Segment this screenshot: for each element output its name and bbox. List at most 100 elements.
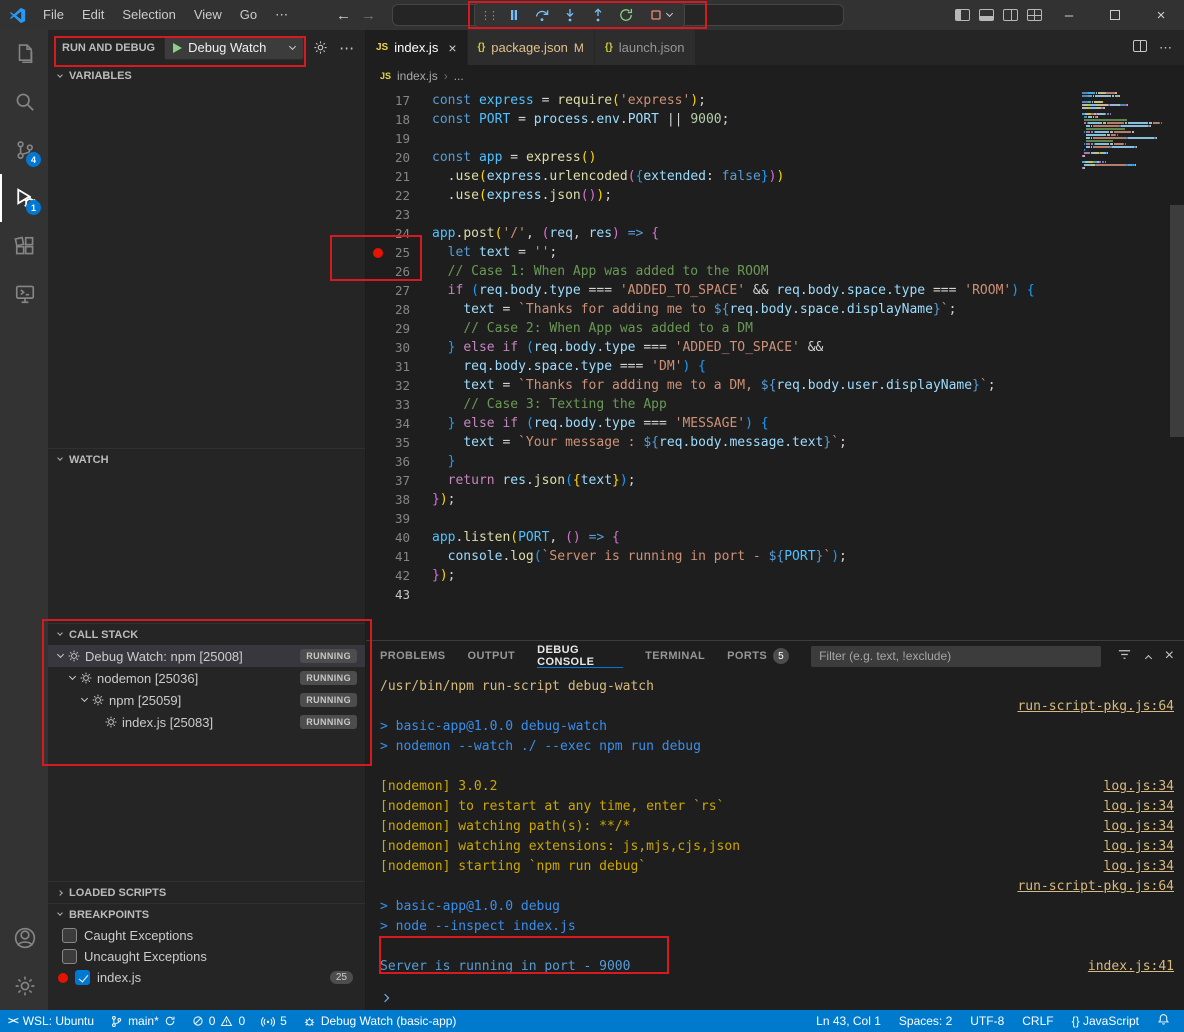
cursor-position[interactable]: Ln 43, Col 1 (816, 1014, 881, 1028)
line-number-gutter[interactable]: 40 (366, 528, 432, 547)
menu-item-edit[interactable]: Edit (73, 0, 113, 30)
line-number-gutter[interactable]: 34 (366, 414, 432, 433)
tab-index-js[interactable]: JSindex.js× (366, 30, 468, 65)
eol-status[interactable]: CRLF (1022, 1014, 1053, 1028)
section-header-call-stack[interactable]: CALL STACK (48, 623, 365, 645)
source-link[interactable]: log.js:34 (1104, 797, 1174, 817)
menu-item-go[interactable]: Go (231, 0, 266, 30)
code-line[interactable]: 30 } else if (req.body.type === 'ADDED_T… (366, 338, 1184, 357)
toggle-panel-icon[interactable] (974, 0, 998, 30)
filter-output-icon[interactable] (1117, 647, 1132, 665)
pause-button[interactable] (501, 3, 527, 27)
tab-package-json[interactable]: {}package.jsonM (468, 30, 595, 65)
indentation-status[interactable]: Spaces: 2 (899, 1014, 952, 1028)
toggle-secondary-sidebar-icon[interactable] (998, 0, 1022, 30)
debug-console-output[interactable]: /usr/bin/npm run-script debug-watch run-… (366, 671, 1184, 986)
close-panel-icon[interactable]: × (1165, 647, 1174, 665)
line-number-gutter[interactable]: 24 (366, 224, 432, 243)
remote-explorer-icon[interactable] (0, 270, 48, 318)
source-link[interactable]: run-script-pkg.js:64 (1017, 697, 1174, 717)
code-line[interactable]: 37 return res.json({text}); (366, 471, 1184, 490)
stop-button[interactable] (641, 3, 679, 27)
code-line[interactable]: 27 if (req.body.type === 'ADDED_TO_SPACE… (366, 281, 1184, 300)
source-control-icon[interactable]: 4 (0, 126, 48, 174)
panel-tab-debug-console[interactable]: DEBUG CONSOLE (537, 641, 623, 671)
debug-session-status[interactable]: Debug Watch (basic-app) (295, 1010, 465, 1032)
settings-gear-icon[interactable] (0, 962, 48, 1010)
source-link[interactable]: log.js:34 (1104, 857, 1174, 877)
chevron-down-icon[interactable] (81, 695, 88, 702)
line-number-gutter[interactable]: 25 (366, 243, 432, 262)
search-icon[interactable] (0, 78, 48, 126)
line-number-gutter[interactable]: 20 (366, 148, 432, 167)
line-number-gutter[interactable]: 29 (366, 319, 432, 338)
more-actions-icon[interactable]: ⋯ (339, 39, 354, 57)
code-line[interactable]: 38}); (366, 490, 1184, 509)
extensions-icon[interactable] (0, 222, 48, 270)
panel-tab-problems[interactable]: PROBLEMS (380, 641, 446, 671)
step-into-button[interactable] (557, 3, 583, 27)
call-stack-row[interactable]: nodemon [25036]RUNNING (48, 667, 365, 689)
source-link[interactable]: index.js:41 (1088, 957, 1174, 977)
menu-item-selection[interactable]: Selection (113, 0, 184, 30)
code-line[interactable]: 21 .use(express.urlencoded({extended: fa… (366, 167, 1184, 186)
code-line[interactable]: 20const app = express() (366, 148, 1184, 167)
call-stack-row[interactable]: Debug Watch: npm [25008]RUNNING (48, 645, 365, 667)
chevron-down-icon[interactable] (57, 651, 64, 658)
accounts-icon[interactable] (0, 914, 48, 962)
code-line[interactable]: 28 text = `Thanks for adding me to ${req… (366, 300, 1184, 319)
code-line[interactable]: 29 // Case 2: When App was added to a DM (366, 319, 1184, 338)
line-number-gutter[interactable]: 38 (366, 490, 432, 509)
breakpoint-row[interactable]: index.js25 (48, 967, 365, 988)
breakpoint-row[interactable]: Uncaught Exceptions (48, 946, 365, 967)
line-number-gutter[interactable]: 43 (366, 585, 432, 604)
code-line[interactable]: 33 // Case 3: Texting the App (366, 395, 1184, 414)
split-editor-icon[interactable] (1133, 40, 1147, 55)
line-number-gutter[interactable]: 17 (366, 91, 432, 110)
line-number-gutter[interactable]: 31 (366, 357, 432, 376)
tab-launch-json[interactable]: {}launch.json (595, 30, 696, 65)
panel-tab-ports[interactable]: PORTS5 (727, 641, 789, 671)
code-line[interactable]: 34 } else if (req.body.type === 'MESSAGE… (366, 414, 1184, 433)
chevron-down-icon[interactable] (666, 10, 673, 17)
menu-item-file[interactable]: File (34, 0, 73, 30)
editor-scrollbar[interactable] (1170, 205, 1184, 437)
console-filter-input[interactable] (811, 646, 1101, 667)
line-number-gutter[interactable]: 36 (366, 452, 432, 471)
code-editor[interactable]: 17const express = require('express');18c… (366, 87, 1184, 640)
source-link[interactable]: run-script-pkg.js:64 (1017, 877, 1174, 897)
line-number-gutter[interactable]: 21 (366, 167, 432, 186)
code-line[interactable]: 40app.listen(PORT, () => { (366, 528, 1184, 547)
drag-handle-icon[interactable]: ⋮⋮ (480, 9, 496, 22)
line-number-gutter[interactable]: 22 (366, 186, 432, 205)
line-number-gutter[interactable]: 23 (366, 205, 432, 224)
section-header-variables[interactable]: VARIABLES (48, 65, 365, 87)
restart-button[interactable] (613, 3, 639, 27)
code-line[interactable]: 42}); (366, 566, 1184, 585)
code-line[interactable]: 25 let text = ''; (366, 243, 1184, 262)
back-arrow-icon[interactable]: ← (336, 7, 351, 24)
step-over-button[interactable] (529, 3, 555, 27)
breakpoint-checkbox[interactable] (75, 970, 90, 985)
line-number-gutter[interactable]: 37 (366, 471, 432, 490)
call-stack-row[interactable]: npm [25059]RUNNING (48, 689, 365, 711)
gear-icon[interactable] (313, 40, 328, 55)
line-number-gutter[interactable]: 42 (366, 566, 432, 585)
section-header-breakpoints[interactable]: BREAKPOINTS (48, 903, 365, 925)
maximize-panel-icon[interactable] (1146, 649, 1151, 664)
encoding-status[interactable]: UTF-8 (970, 1014, 1004, 1028)
git-branch-status[interactable]: main* (102, 1010, 184, 1032)
code-line[interactable]: 36 } (366, 452, 1184, 471)
line-number-gutter[interactable]: 35 (366, 433, 432, 452)
section-header-loaded-scripts[interactable]: LOADED SCRIPTS (48, 881, 365, 903)
code-line[interactable]: 31 req.body.space.type === 'DM') { (366, 357, 1184, 376)
line-number-gutter[interactable]: 18 (366, 110, 432, 129)
code-line[interactable]: 23 (366, 205, 1184, 224)
line-number-gutter[interactable]: 19 (366, 129, 432, 148)
code-line[interactable]: 24app.post('/', (req, res) => { (366, 224, 1184, 243)
notifications-bell-icon[interactable] (1157, 1013, 1170, 1029)
line-number-gutter[interactable]: 28 (366, 300, 432, 319)
code-line[interactable]: 41 console.log(`Server is running in por… (366, 547, 1184, 566)
line-number-gutter[interactable]: 32 (366, 376, 432, 395)
code-line[interactable]: 32 text = `Thanks for adding me to a DM,… (366, 376, 1184, 395)
